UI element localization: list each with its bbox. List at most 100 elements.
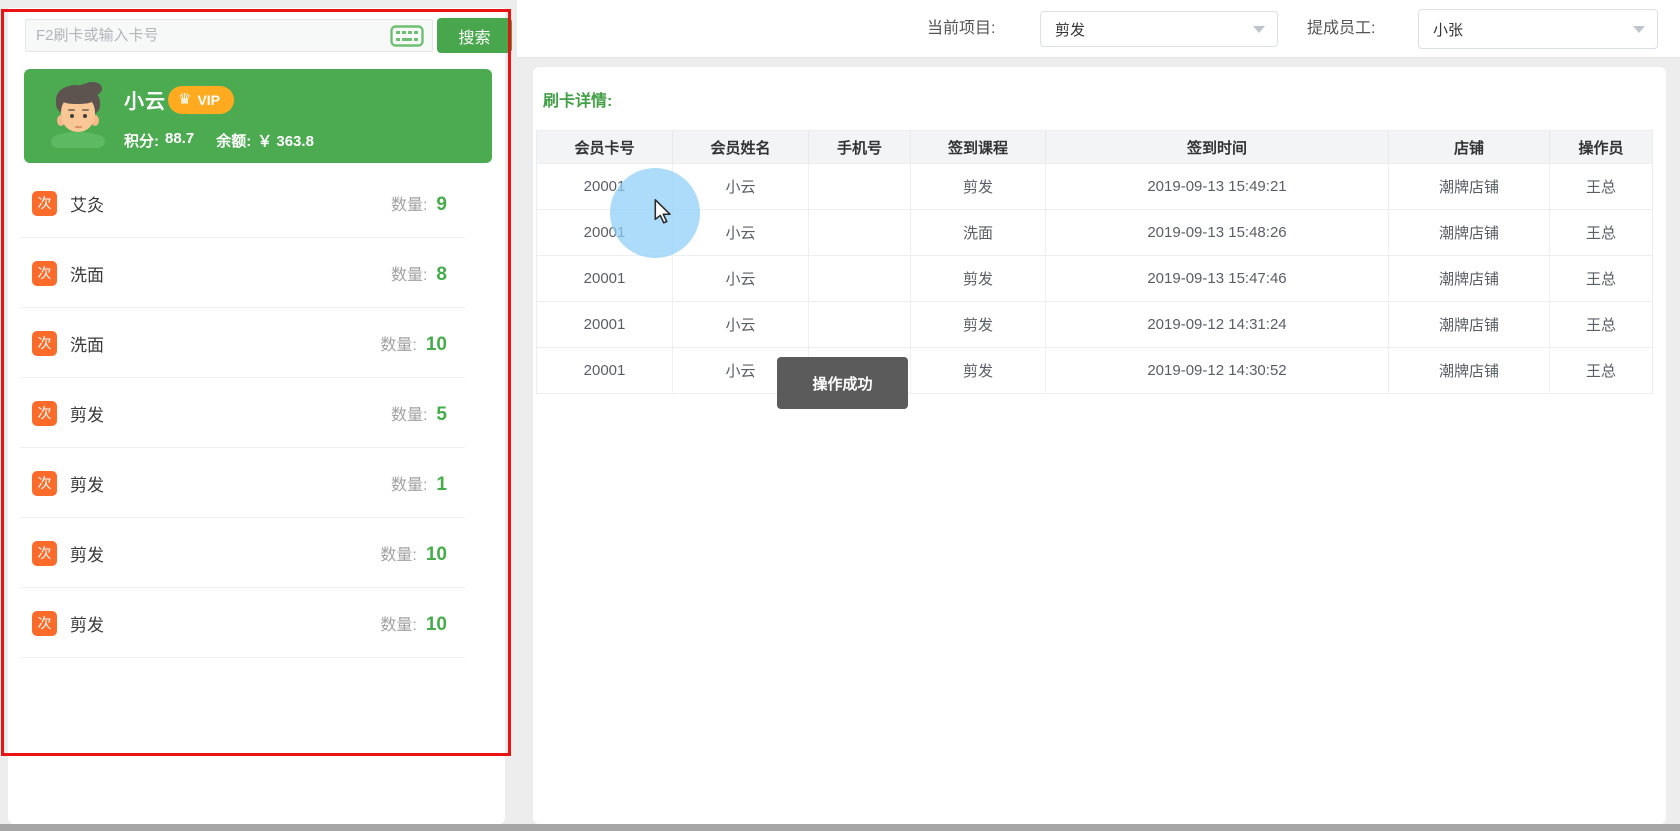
chevron-down-icon: [1633, 26, 1645, 33]
window-bottom-edge: [0, 824, 1680, 831]
times-card-icon: 次: [32, 470, 57, 496]
cell-card-number: 20001: [537, 348, 673, 394]
quantity-value: 5: [436, 403, 447, 425]
course-name: 洗面: [70, 265, 104, 285]
member-avatar: [46, 78, 110, 148]
header-phone: 手机号: [809, 131, 911, 164]
cell-phone: [809, 256, 911, 302]
commission-staff-value: 小张: [1433, 21, 1464, 39]
keyboard-icon[interactable]: [390, 25, 424, 47]
search-button[interactable]: 搜索: [437, 18, 512, 53]
times-card-icon: 次: [32, 260, 57, 286]
cell-member-name: 小云: [673, 164, 809, 210]
cell-checkin-time: 2019-09-13 15:47:46: [1046, 256, 1389, 302]
quantity-label: 数量:: [380, 336, 417, 354]
current-project-value: 剪发: [1055, 21, 1086, 39]
cell-member-name: 小云: [673, 210, 809, 256]
swipe-details-table: 会员卡号 会员姓名 手机号 签到课程 签到时间 店铺 操作员 20001 小云 …: [536, 130, 1653, 394]
quantity-value: 9: [436, 193, 447, 215]
quantity-value: 10: [425, 613, 447, 635]
table-row[interactable]: 20001 小云 剪发 2019-09-12 14:31:24 潮牌店铺 王总: [537, 302, 1652, 348]
card-number-input[interactable]: [25, 19, 433, 52]
member-stats: 积分: 88.7 余额: ￥ 363.8: [124, 130, 314, 151]
cell-card-number: 20001: [537, 210, 673, 256]
cell-store: 潮牌店铺: [1389, 164, 1550, 210]
times-card-icon: 次: [32, 330, 57, 356]
times-card-icon: 次: [32, 400, 57, 426]
course-name: 剪发: [70, 615, 104, 635]
header-card-number: 会员卡号: [537, 131, 673, 164]
table-row[interactable]: 20001 小云 剪发 2019-09-13 15:47:46 潮牌店铺 王总: [537, 256, 1652, 302]
success-toast: 操作成功: [777, 357, 908, 409]
quantity-label: 数量:: [390, 406, 428, 424]
cell-card-number: 20001: [537, 256, 673, 302]
current-project-select[interactable]: 剪发: [1040, 11, 1278, 47]
cell-course: 剪发: [911, 256, 1046, 302]
list-item[interactable]: 次 剪发 数量: 5: [8, 378, 505, 448]
quantity-label: 数量:: [390, 196, 428, 214]
list-item[interactable]: 次 洗面 数量: 10: [8, 308, 505, 378]
cell-phone: [809, 210, 911, 256]
cell-phone: [809, 302, 911, 348]
course-name: 艾灸: [70, 195, 104, 215]
list-item[interactable]: 次 剪发 数量: 1: [8, 448, 505, 518]
cell-course: 剪发: [911, 348, 1046, 394]
commission-staff-label: 提成员工:: [1307, 20, 1376, 37]
cell-operator: 王总: [1550, 256, 1652, 302]
cell-phone: [809, 164, 911, 210]
table-row[interactable]: 20001 小云 洗面 2019-09-13 15:48:26 潮牌店铺 王总: [537, 210, 1652, 256]
cell-card-number: 20001: [537, 302, 673, 348]
cell-store: 潮牌店铺: [1389, 302, 1550, 348]
member-card: 小云 ♛ VIP 积分: 88.7 余额: ￥ 363.8: [24, 69, 492, 163]
quantity-value: 1: [436, 473, 447, 495]
table-body: 20001 小云 剪发 2019-09-13 15:49:21 潮牌店铺 王总 …: [537, 164, 1652, 394]
member-panel: 搜索 小云 ♛ VIP 积分: 88.7 余额: ￥ 363.8: [8, 8, 512, 825]
card-search-bar: 搜索: [25, 18, 512, 53]
quantity-label: 数量:: [390, 266, 428, 284]
balance-value: ￥ 363.8: [257, 133, 314, 150]
cell-member-name: 小云: [673, 256, 809, 302]
cell-course: 剪发: [911, 164, 1046, 210]
balance-label: 余额:: [216, 133, 252, 150]
header-member-name: 会员姓名: [673, 131, 809, 164]
list-item[interactable]: 次 剪发 数量: 10: [8, 588, 505, 658]
header-store: 店铺: [1389, 131, 1550, 164]
course-name: 剪发: [70, 545, 104, 565]
table-header-row: 会员卡号 会员姓名 手机号 签到课程 签到时间 店铺 操作员: [537, 131, 1652, 164]
quantity-label: 数量:: [380, 616, 417, 634]
quantity-value: 10: [425, 333, 447, 355]
table-row[interactable]: 20001 小云 剪发 2019-09-12 14:30:52 潮牌店铺 王总: [537, 348, 1652, 394]
cell-checkin-time: 2019-09-12 14:31:24: [1046, 302, 1389, 348]
times-card-icon: 次: [32, 190, 57, 216]
member-name: 小云: [124, 91, 166, 113]
points-value: 88.7: [165, 130, 195, 147]
times-card-icon: 次: [32, 610, 57, 636]
cell-store: 潮牌店铺: [1389, 256, 1550, 302]
list-item[interactable]: 次 剪发 数量: 10: [8, 518, 505, 588]
vip-label: VIP: [197, 91, 221, 108]
vip-badge: ♛ VIP: [168, 85, 235, 114]
cell-store: 潮牌店铺: [1389, 348, 1550, 394]
swipe-details-panel: 刷卡详情: 会员卡号 会员姓名 手机号 签到课程 签到时间 店铺 操作员 200…: [533, 67, 1666, 824]
crown-icon: ♛: [178, 91, 192, 108]
commission-staff-select[interactable]: 小张: [1418, 9, 1658, 49]
cell-checkin-time: 2019-09-12 14:30:52: [1046, 348, 1389, 394]
course-card-list: 次 艾灸 数量: 9 次 洗面 数量: 8 次 洗面 数量: 10 次 剪发 数量: 5…: [8, 168, 505, 658]
top-toolbar: 当前项目: 剪发 提成员工: 小张: [517, 0, 1680, 58]
list-item[interactable]: 次 艾灸 数量: 9: [8, 168, 505, 238]
list-item[interactable]: 次 洗面 数量: 8: [8, 238, 505, 308]
quantity-label: 数量:: [390, 476, 428, 494]
course-name: 洗面: [70, 335, 104, 355]
points-label: 积分:: [124, 133, 159, 150]
quantity-label: 数量:: [380, 546, 417, 564]
cell-checkin-time: 2019-09-13 15:48:26: [1046, 210, 1389, 256]
cell-course: 洗面: [911, 210, 1046, 256]
cell-card-number: 20001: [537, 164, 673, 210]
cell-operator: 王总: [1550, 302, 1652, 348]
times-card-icon: 次: [32, 540, 57, 566]
table-row[interactable]: 20001 小云 剪发 2019-09-13 15:49:21 潮牌店铺 王总: [537, 164, 1652, 210]
course-name: 剪发: [70, 475, 104, 495]
cell-operator: 王总: [1550, 210, 1652, 256]
cell-course: 剪发: [911, 302, 1046, 348]
swipe-details-title: 刷卡详情:: [543, 93, 613, 110]
